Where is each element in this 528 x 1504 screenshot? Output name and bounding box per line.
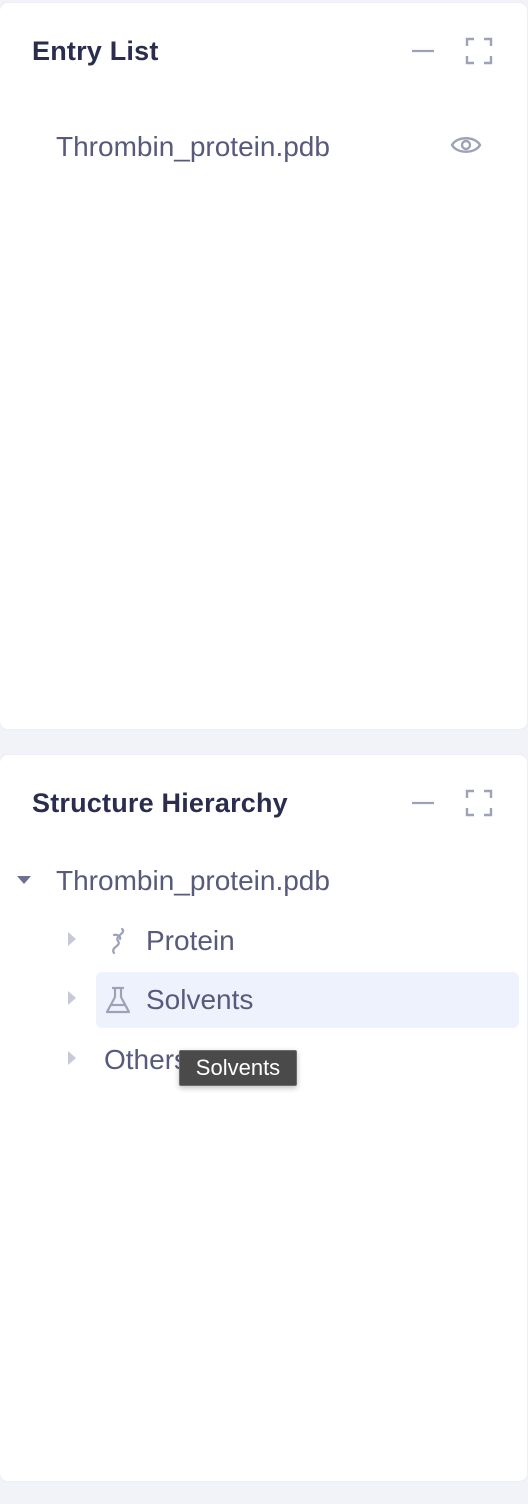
tree-node-root[interactable]: Thrombin_protein.pdb	[0, 853, 527, 909]
caret-right-icon[interactable]	[66, 931, 78, 952]
tree-node-label: Protein	[146, 925, 235, 956]
tooltip: Solvents	[179, 1050, 297, 1086]
caret-right-icon[interactable]	[66, 990, 78, 1011]
fullscreen-icon[interactable]	[463, 35, 495, 67]
tree-node-label: Others	[104, 1044, 189, 1075]
minimize-icon[interactable]	[407, 35, 439, 67]
entry-list-panel: Entry List Thrombin_protein.pdb	[0, 3, 527, 729]
tree-node-label: Solvents	[146, 984, 254, 1015]
protein-icon	[104, 926, 132, 956]
structure-hierarchy-title: Structure Hierarchy	[32, 788, 288, 818]
caret-down-icon[interactable]	[16, 873, 32, 891]
entry-list-item[interactable]: Thrombin_protein.pdb	[0, 121, 527, 173]
entry-list-title: Entry List	[32, 36, 159, 66]
caret-right-icon[interactable]	[66, 1050, 78, 1071]
tree-node-protein[interactable]: Protein	[60, 913, 520, 969]
tree-node-solvents[interactable]: Solvents	[60, 972, 520, 1028]
flask-icon	[104, 985, 132, 1015]
structure-hierarchy-panel: Structure Hierarchy Thrombin_protein.pdb…	[0, 755, 527, 1481]
minimize-icon[interactable]	[407, 787, 439, 819]
entry-name: Thrombin_protein.pdb	[56, 131, 330, 162]
fullscreen-icon[interactable]	[463, 787, 495, 819]
tree-node-label: Thrombin_protein.pdb	[56, 865, 330, 896]
eye-icon[interactable]	[449, 132, 483, 158]
